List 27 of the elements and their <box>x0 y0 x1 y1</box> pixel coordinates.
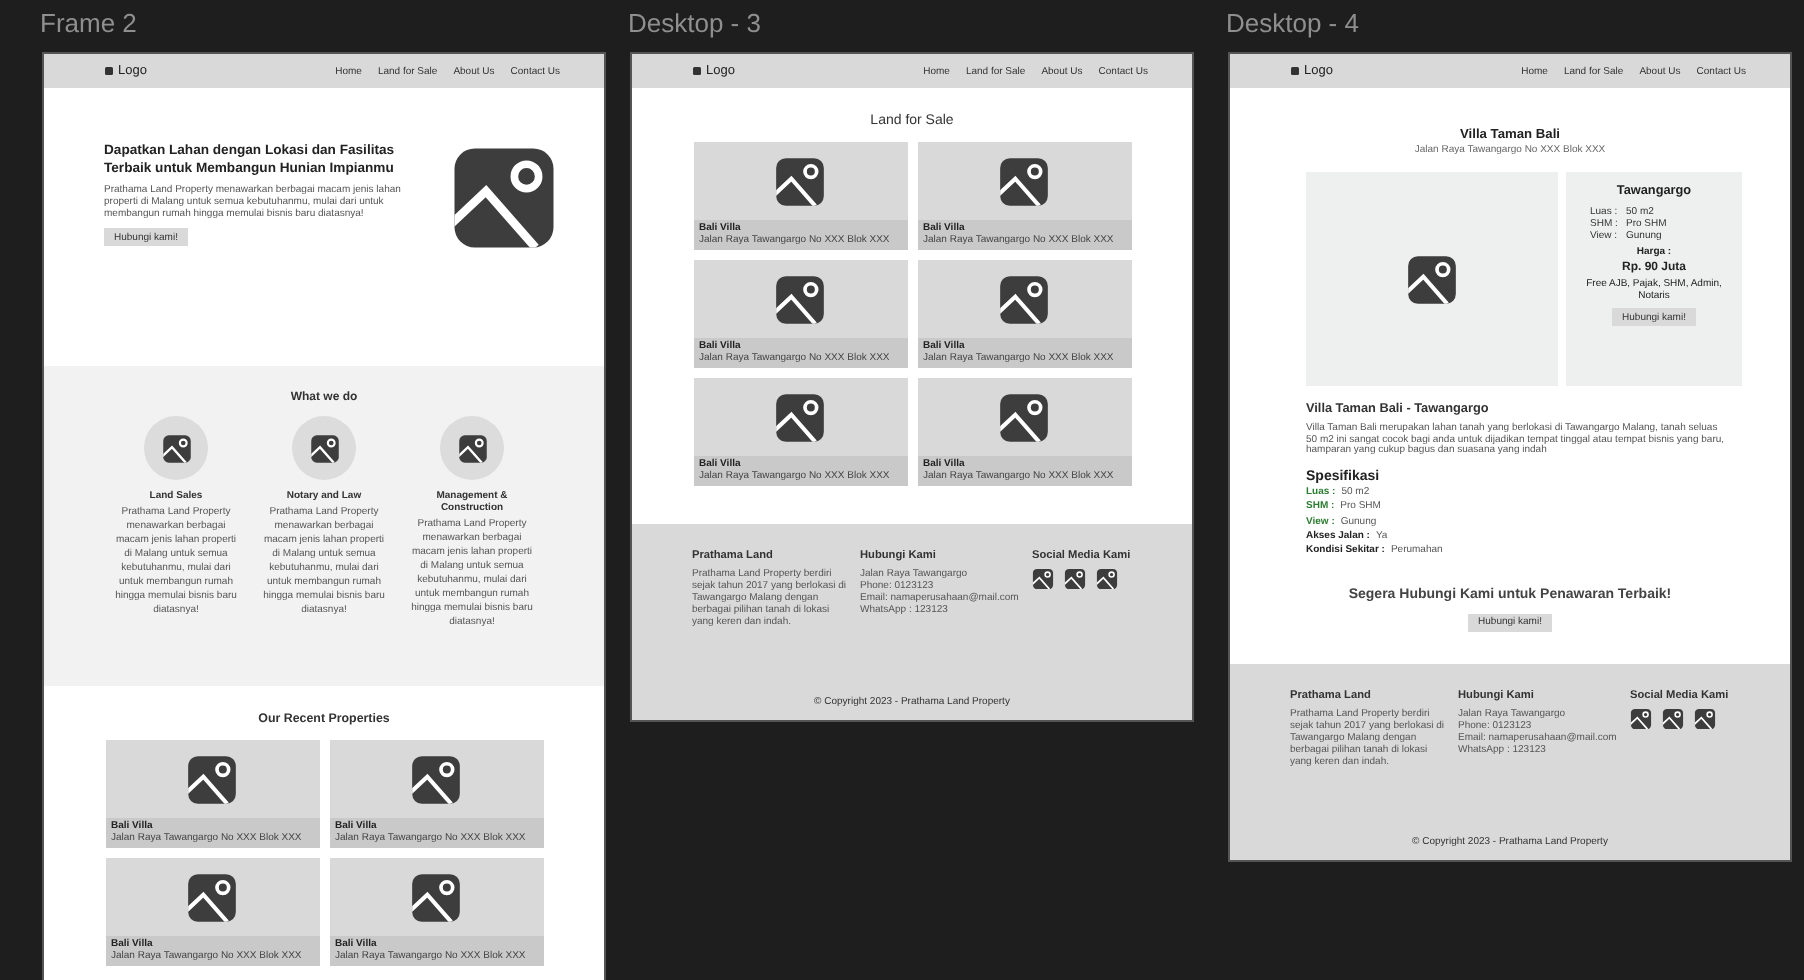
image-icon <box>309 433 339 463</box>
image-icon <box>998 273 1050 325</box>
social-media-icon <box>1630 707 1652 730</box>
logo-icon <box>1290 66 1300 76</box>
frame-label: Frame 2 <box>40 6 139 42</box>
frame-label: Desktop - 3 <box>628 6 763 42</box>
social-media-icon <box>1032 568 1054 590</box>
logo-icon <box>104 66 114 76</box>
image-icon <box>410 871 462 923</box>
image-icon <box>1406 253 1458 305</box>
image-icon <box>998 155 1050 207</box>
social-media-icon <box>1662 707 1684 730</box>
image-icon <box>774 391 826 443</box>
image-icon <box>450 144 558 252</box>
image-icon <box>457 433 487 463</box>
image-icon <box>774 155 826 207</box>
image-icon <box>161 433 191 463</box>
social-media-icon <box>1694 707 1716 730</box>
frame-label: Desktop - 4 <box>1226 6 1361 42</box>
image-icon <box>998 391 1050 443</box>
image-icon <box>774 273 826 325</box>
image-icon <box>186 753 238 805</box>
logo-icon <box>692 66 702 76</box>
image-icon <box>186 871 238 923</box>
social-media-icon <box>1096 568 1118 590</box>
social-media-icon <box>1064 568 1086 590</box>
image-icon <box>410 753 462 805</box>
